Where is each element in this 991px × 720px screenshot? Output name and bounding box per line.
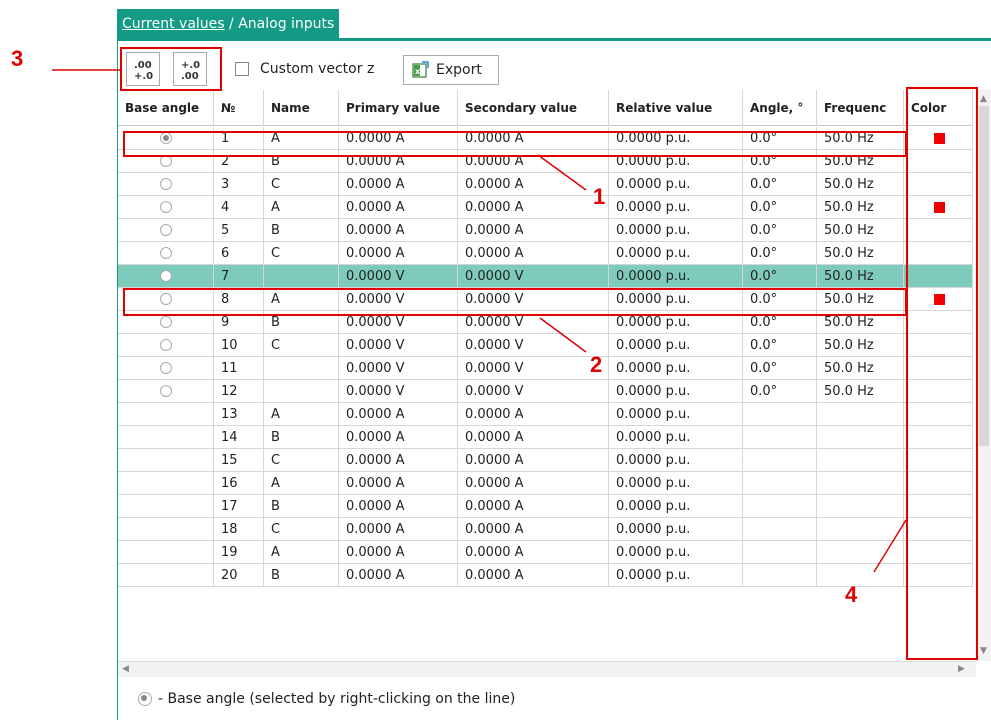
annotation-label-3: 3 — [11, 46, 24, 71]
annotation-line-2 — [539, 317, 587, 353]
annotation-overlay — [52, 69, 907, 573]
annotation-label-2: 2 — [590, 352, 603, 377]
annotation-box-4 — [906, 87, 978, 660]
annotation-label-1: 1 — [593, 184, 606, 209]
annotation-box-2 — [123, 288, 907, 316]
annotation-line-4 — [873, 519, 907, 573]
annotation-box-1 — [123, 131, 907, 157]
annotation-label-4: 4 — [845, 582, 858, 607]
annotation-line-1 — [537, 154, 587, 191]
annotation-box-3 — [120, 47, 222, 91]
